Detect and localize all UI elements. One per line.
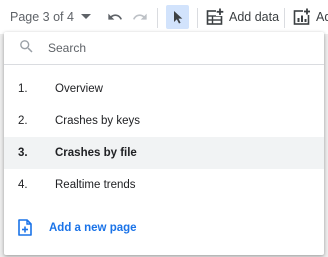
page-selector[interactable]: Page 3 of 4 [10, 8, 91, 26]
page-number: 3. [18, 147, 28, 159]
page-item-crashes-by-file[interactable]: 3. Crashes by file [4, 137, 324, 169]
add-page-icon [18, 219, 32, 236]
add-data-label: Add data [229, 10, 280, 24]
page-list: 1. Overview 2. Crashes by keys 3. Crashe… [4, 73, 324, 201]
add-data-icon [206, 8, 224, 25]
undo-icon [108, 13, 122, 20]
toolbar-divider [157, 8, 158, 28]
select-tool-button[interactable] [166, 5, 189, 29]
add-page-button[interactable]: Add a new page [4, 212, 324, 244]
page-label: Overview [55, 83, 103, 95]
page-number: 2. [18, 115, 28, 127]
add-chart-button[interactable]: Ad [293, 8, 328, 26]
page-indicator: Page 3 of 4 [10, 10, 74, 24]
cursor-icon [173, 11, 182, 24]
page-number: 1. [18, 83, 28, 95]
add-data-button[interactable]: Add data [206, 8, 279, 26]
page-search [4, 32, 324, 65]
page-label: Crashes by file [55, 147, 137, 159]
toolbar: Page 3 of 4 Add data Ad [0, 0, 328, 34]
redo-button[interactable] [132, 9, 148, 25]
page-label: Realtime trends [55, 179, 136, 191]
toolbar-divider [197, 8, 198, 28]
page-menu: 1. Overview 2. Crashes by keys 3. Crashe… [4, 32, 324, 255]
add-page-label: Add a new page [49, 222, 137, 234]
page-item-overview[interactable]: 1. Overview [4, 73, 324, 105]
add-chart-icon [293, 8, 311, 25]
search-icon [20, 40, 33, 53]
page-item-crashes-by-keys[interactable]: 2. Crashes by keys [4, 105, 324, 137]
undo-button[interactable] [107, 9, 123, 25]
redo-icon [133, 13, 147, 20]
page-number: 4. [18, 179, 28, 191]
page-item-realtime-trends[interactable]: 4. Realtime trends [4, 169, 324, 201]
add-chart-label: Ad [316, 10, 328, 24]
search-input[interactable] [48, 38, 308, 58]
chevron-down-icon [80, 14, 91, 19]
toolbar-divider [284, 8, 285, 28]
page-label: Crashes by keys [55, 115, 141, 127]
